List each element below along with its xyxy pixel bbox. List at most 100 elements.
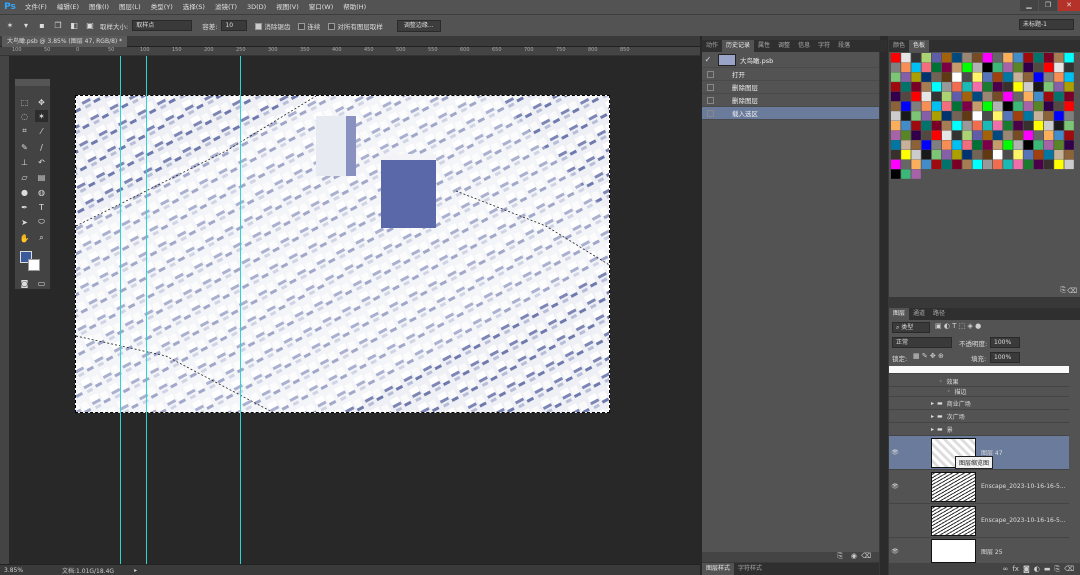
color-swatch[interactable] [921, 91, 931, 102]
color-swatch[interactable] [911, 120, 921, 131]
color-swatch[interactable] [1044, 140, 1054, 150]
color-swatch[interactable] [962, 72, 972, 82]
trash-icon[interactable]: ⌫ [1067, 287, 1077, 295]
color-swatch[interactable] [1044, 150, 1054, 160]
color-swatch[interactable] [982, 111, 993, 121]
color-swatch[interactable] [1064, 62, 1074, 73]
adjustment-icon[interactable]: ◐ [1034, 565, 1040, 573]
history-item[interactable]: 载入选区 [702, 107, 879, 120]
color-swatch[interactable] [1013, 130, 1023, 140]
history-snapshot[interactable]: ✓ 大鸟瞰.psb [702, 52, 879, 68]
color-swatch[interactable] [891, 82, 901, 92]
color-swatch[interactable] [1013, 159, 1023, 170]
tab-swatches[interactable]: 色板 [909, 40, 930, 52]
tab-character[interactable]: 字符 [814, 40, 834, 52]
tab-adjustments[interactable]: 调整 [774, 40, 794, 52]
color-swatch[interactable] [901, 150, 911, 160]
color-swatch[interactable] [1044, 120, 1054, 131]
color-swatch[interactable] [911, 140, 921, 150]
eraser-icon[interactable]: ▱ [18, 171, 31, 183]
color-swatch[interactable] [911, 72, 921, 82]
color-swatch[interactable] [1054, 120, 1064, 131]
color-swatch[interactable] [972, 111, 982, 121]
tab-character-styles[interactable]: 字符样式 [734, 563, 766, 575]
color-swatch[interactable] [891, 101, 901, 111]
color-swatch[interactable] [931, 130, 942, 140]
history-brush-icon[interactable]: ↶ [35, 156, 48, 168]
color-swatch[interactable] [921, 62, 931, 73]
toolbox-header[interactable] [15, 79, 50, 86]
color-swatch[interactable] [911, 82, 921, 92]
color-swatch[interactable] [1044, 72, 1054, 82]
menu-image[interactable]: 图像(I) [84, 0, 114, 14]
color-swatch[interactable] [1044, 101, 1054, 111]
group-row[interactable]: ▸ ▬ 景 [889, 423, 1069, 436]
color-swatch[interactable] [921, 120, 931, 131]
marquee-icon[interactable]: ⬚ [18, 96, 31, 108]
color-swatch[interactable] [931, 159, 942, 170]
color-swatch[interactable] [972, 62, 982, 73]
group-row[interactable]: ▸ ▬ 次广场 [889, 410, 1069, 423]
color-swatch[interactable] [921, 130, 931, 140]
color-swatch[interactable] [921, 101, 931, 111]
color-swatch[interactable] [1003, 91, 1013, 102]
color-swatch[interactable] [1013, 82, 1023, 92]
swatch-grid[interactable] [889, 52, 1080, 297]
color-swatch[interactable] [982, 130, 993, 140]
color-swatch[interactable] [931, 82, 942, 92]
contiguous-checkbox[interactable]: 连续 [298, 21, 320, 31]
color-swatch[interactable] [1064, 111, 1074, 121]
color-swatch[interactable] [1003, 72, 1013, 82]
chevron-down-icon[interactable]: ▾ [20, 20, 32, 32]
color-swatch[interactable] [1054, 62, 1064, 73]
layer-row[interactable]: Enscape_2023-10-16-16-5... [889, 504, 1069, 538]
color-swatch[interactable] [1064, 150, 1074, 160]
magic-wand-icon[interactable]: ✶ [35, 110, 48, 122]
color-swatch[interactable] [1064, 140, 1074, 150]
color-swatch[interactable] [1054, 82, 1064, 92]
color-swatch[interactable] [972, 72, 982, 82]
color-swatch[interactable] [972, 150, 982, 160]
opacity-input[interactable]: 100% [990, 337, 1020, 348]
color-swatch[interactable] [1003, 53, 1013, 63]
color-swatch[interactable] [921, 150, 931, 160]
eye-icon[interactable]: 👁 [889, 449, 901, 456]
color-swatch[interactable] [1013, 111, 1023, 121]
color-swatch[interactable] [1064, 101, 1074, 111]
menu-filter[interactable]: 滤镜(T) [210, 0, 242, 14]
color-swatch[interactable] [901, 82, 911, 92]
tab-info[interactable]: 信息 [794, 40, 814, 52]
color-swatch[interactable] [993, 82, 1003, 92]
color-swatch[interactable] [1044, 62, 1054, 73]
color-swatch[interactable] [911, 62, 921, 73]
clone-stamp-icon[interactable]: ⊥ [18, 156, 31, 168]
color-swatch[interactable] [962, 82, 972, 92]
color-swatch[interactable] [1054, 159, 1064, 170]
color-swatch[interactable] [962, 101, 972, 111]
color-swatch[interactable] [1064, 120, 1074, 131]
layer-row[interactable]: 👁 图层 25 [889, 538, 1069, 565]
color-swatch[interactable] [1044, 82, 1054, 92]
color-swatch[interactable] [1044, 91, 1054, 102]
color-swatch[interactable] [891, 120, 901, 131]
color-swatch[interactable] [921, 140, 931, 150]
history-item[interactable]: 打开 [702, 68, 879, 81]
color-swatch[interactable] [911, 159, 921, 170]
color-swatch[interactable] [1023, 111, 1033, 121]
color-swatch[interactable] [972, 159, 982, 170]
close-button[interactable]: ✕ [1058, 0, 1080, 11]
color-swatch[interactable] [901, 111, 911, 121]
effects-row[interactable]: ◦ 效果 [889, 376, 1069, 387]
stroke-row[interactable]: ◦ 描边 [889, 387, 1069, 397]
color-swatch[interactable] [1044, 159, 1054, 170]
color-swatch[interactable] [1003, 140, 1013, 150]
eyedropper-icon[interactable]: ⁄ [35, 125, 48, 137]
color-swatch[interactable] [1054, 130, 1064, 140]
color-swatch[interactable] [982, 72, 993, 82]
color-swatch[interactable] [962, 130, 972, 140]
color-swatch[interactable] [1054, 91, 1064, 102]
color-swatch[interactable] [901, 120, 911, 131]
trash-icon[interactable]: ⌫ [1064, 565, 1074, 573]
color-swatch[interactable] [921, 72, 931, 82]
subtract-selection-icon[interactable]: ◧ [68, 20, 80, 32]
